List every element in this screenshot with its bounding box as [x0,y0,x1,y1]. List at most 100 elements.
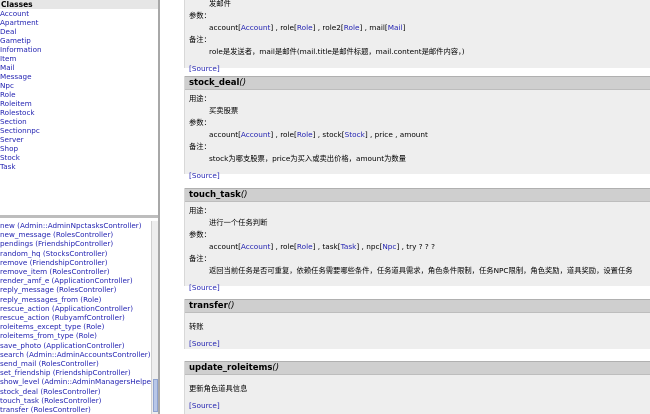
params-value: account[Account] , role[Role] , task[Tas… [189,241,646,253]
param-type-link[interactable]: Account [241,130,270,139]
param-type-link[interactable]: Account [241,23,270,32]
source-link[interactable]: [Source] [189,170,646,182]
method-title: transfer() [185,299,650,313]
method-link[interactable]: save_photo (ApplicationController) [0,341,151,350]
param-type-link[interactable]: Npc [382,242,396,251]
note-label: 备注： [189,35,211,44]
param-tail: ] , [270,23,281,32]
purpose-label: 用途： [189,206,211,215]
param-text: task[ [322,242,341,251]
description: 更新角色道具信息 [189,384,248,393]
param-type-link[interactable]: Stock [345,130,365,139]
method-link[interactable]: reply_message (RolesController) [0,285,151,294]
methods-scrollbar-thumb[interactable] [153,379,158,412]
method-link[interactable]: roleitems_except_type (Role) [0,322,151,331]
params-label: 参数： [189,118,211,127]
method-title: touch_task() [185,188,650,202]
params-value: account[Account] , role[Role] , role2[Ro… [189,22,646,34]
param-type-link[interactable]: Role [297,242,313,251]
method-link[interactable]: stock_deal (RolesController) [0,387,151,396]
method-link[interactable]: show_level (Admin::AdminManagersHelper) [0,377,151,386]
note-value: 返回当前任务是否可重复，依赖任务需要哪些条件，任务道具需求，角色条件限制，任务N… [209,266,633,275]
method-link[interactable]: random_hq (StocksController) [0,249,151,258]
params-value: account[Account] , role[Role] , stock[St… [189,129,646,141]
param-tail: ] , price , amount [364,130,428,139]
class-link[interactable]: Gametip [0,36,158,45]
source-link[interactable]: [Source] [189,282,646,294]
class-link[interactable]: Rolestock [0,108,158,117]
methods-scrollbar[interactable] [151,221,158,414]
class-link[interactable]: Roleitem [0,99,158,108]
param-text: npc[ [366,242,383,251]
source-link[interactable]: [Source] [189,400,646,412]
method-link[interactable]: new_message (RolesController) [0,230,151,239]
class-link[interactable]: Npc [0,81,158,90]
method-list: new (Admin::AdminNpctasksController) new_… [0,221,151,414]
param-text: role[ [280,23,297,32]
method-link[interactable]: touch_task (RolesController) [0,396,151,405]
method-block-send-mail: 发邮件 参数： account[Account] , role[Role] , … [184,0,650,73]
class-link[interactable]: Mail [0,63,158,72]
method-paren: () [227,301,235,311]
class-link[interactable]: Sectionnpc [0,126,158,135]
method-paren: () [240,190,248,200]
method-link[interactable]: remove_item (RolesController) [0,267,151,276]
class-link[interactable]: Deal [0,27,158,36]
param-tail: ] , [270,242,281,251]
purpose-value: 买卖股票 [209,106,239,115]
method-link[interactable]: pendings (FriendshipController) [0,239,151,248]
class-link[interactable]: Task [0,162,158,171]
source-link[interactable]: [Source] [189,63,646,75]
class-link[interactable]: Information [0,45,158,54]
note-value: role是发送者，mail是邮件(mail.title是邮件标题，mail.co… [209,47,465,56]
class-link[interactable]: Server [0,135,158,144]
method-link[interactable]: rescue_action (ApplicationController) [0,304,151,313]
method-link[interactable]: send_mail (RolesController) [0,359,151,368]
class-link[interactable]: Section [0,117,158,126]
methods-frame: new (Admin::AdminNpctasksController) new_… [0,221,158,414]
param-type-link[interactable]: Role [297,130,313,139]
param-type-link[interactable]: Task [341,242,357,251]
purpose-value: 发邮件 [209,0,231,8]
param-text: role2[ [322,23,344,32]
param-tail: ] , [359,23,370,32]
class-link[interactable]: Shop [0,144,158,153]
method-link[interactable]: search (Admin::AdminAccountsController) [0,350,151,359]
classes-header: Classes [0,0,158,9]
param-tail: ] , [356,242,367,251]
class-list: Account Apartment Deal Gametip Information It… [0,9,158,171]
class-link[interactable]: Account [0,9,158,18]
method-block-transfer: transfer() 转账 [Source] [184,299,650,349]
method-paren: () [272,363,280,373]
note-label: 备注： [189,254,211,263]
method-link[interactable]: new (Admin::AdminNpctasksController) [0,221,151,230]
method-link[interactable]: transfer (RolesController) [0,405,151,414]
class-link[interactable]: Message [0,72,158,81]
param-type-link[interactable]: Mail [388,23,403,32]
param-tail: ] , [312,130,323,139]
class-link[interactable]: Stock [0,153,158,162]
param-text: account[ [209,23,241,32]
class-link[interactable]: Item [0,54,158,63]
method-link[interactable]: rescue_action (RubyamfController) [0,313,151,322]
method-link[interactable]: render_amf_e (ApplicationController) [0,276,151,285]
method-link[interactable]: roleitems_from_type (Role) [0,331,151,340]
note-label: 备注： [189,142,211,151]
description: 转账 [189,322,204,331]
method-block-touch-task: touch_task() 用途： 进行一个任务判断 参数： account[Ac… [184,188,650,292]
class-link[interactable]: Role [0,90,158,99]
method-link[interactable]: remove (FriendshipController) [0,258,151,267]
param-type-link[interactable]: Role [297,23,313,32]
note-value: stock为哪支股票，price为买入或卖出价格，amount为数量 [209,154,407,163]
purpose-label: 用途： [189,94,211,103]
param-type-link[interactable]: Role [344,23,360,32]
class-link[interactable]: Apartment [0,18,158,27]
left-navigation-pane: Classes Account Apartment Deal Gametip Infor… [0,0,160,414]
source-link[interactable]: [Source] [189,338,646,350]
param-type-link[interactable]: Account [241,242,270,251]
param-tail: ] , [312,242,323,251]
method-block-stock-deal: stock_deal() 用途： 买卖股票 参数： account[Accoun… [184,76,650,180]
method-link[interactable]: reply_messages_from (Role) [0,295,151,304]
method-link[interactable]: set_friendship (FriendshipController) [0,368,151,377]
method-paren: () [239,78,247,88]
